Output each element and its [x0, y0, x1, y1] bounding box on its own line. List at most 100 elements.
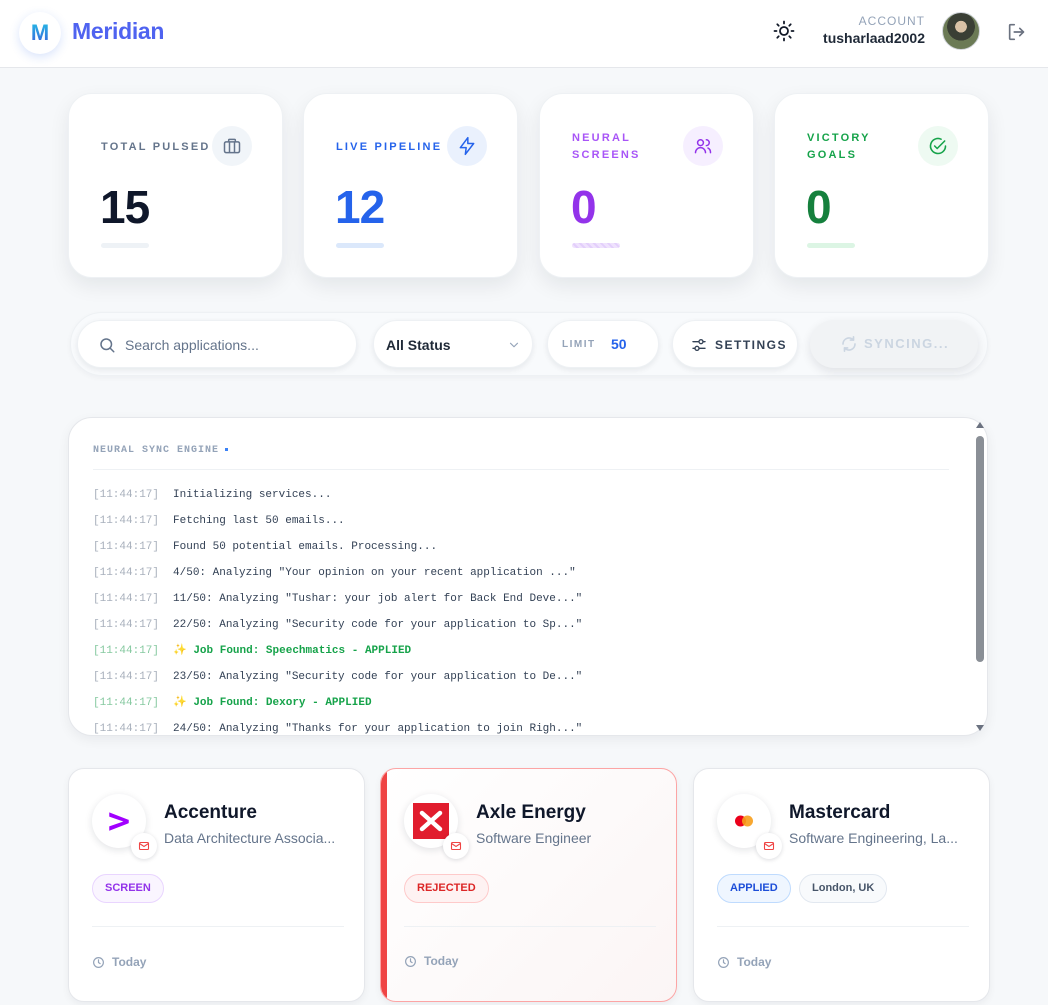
brand-name[interactable]: Meridian [72, 18, 164, 45]
log-line: [11:44:17] 23/50: Analyzing "Security cod… [93, 670, 953, 696]
log-lines: [11:44:17] Initializing services... [11:44… [93, 488, 953, 735]
mail-icon [450, 841, 462, 851]
stat-card-neural-screens: NEURAL SCREENS 0 [539, 93, 754, 278]
job-date-text: Today [112, 955, 147, 969]
job-card-mastercard[interactable]: Mastercard Software Engineering, La... A… [693, 768, 990, 1002]
lightning-icon [459, 136, 475, 156]
log-message: 23/50: Analyzing "Security code for your… [173, 671, 583, 683]
scroll-down-arrow[interactable] [976, 725, 984, 731]
divider [404, 926, 656, 927]
log-timestamp: [11:44:17] [93, 645, 160, 657]
status-badge: SCREEN [92, 874, 164, 903]
log-line: [11:44:17] 11/50: Analyzing "Tushar: your… [93, 592, 953, 618]
limit-value[interactable]: 50 [611, 336, 627, 352]
log-line: [11:44:17] 22/50: Analyzing "Security cod… [93, 618, 953, 644]
avatar[interactable] [942, 12, 980, 50]
stat-card-live-pipeline: LIVE PIPELINE 12 [303, 93, 518, 278]
log-line: [11:44:17] 4/50: Analyzing "Your opinion … [93, 566, 953, 592]
search-input[interactable] [125, 334, 345, 356]
stat-value: 12 [335, 181, 385, 233]
stat-icon-wrap [918, 126, 958, 166]
settings-label: SETTINGS [715, 338, 788, 352]
mail-icon [138, 841, 150, 851]
settings-button[interactable]: SETTINGS [672, 320, 798, 368]
stat-icon-wrap [683, 126, 723, 166]
logout-button[interactable] [1006, 21, 1028, 43]
log-line-job-found: [11:44:17] ✨ Job Found: Dexory - APPLIED [93, 696, 953, 722]
axle-logo-icon [413, 803, 449, 839]
job-role: Software Engineering, La... [789, 830, 958, 846]
stat-card-total-pulsed: TOTAL PULSED 15 [68, 93, 283, 278]
divider [717, 926, 969, 927]
stat-label: NEURAL SCREENS [572, 132, 641, 161]
email-source-badge [131, 833, 157, 859]
company-name: Axle Energy [476, 802, 586, 823]
email-source-badge [756, 833, 782, 859]
limit-input[interactable]: LIMIT 50 [547, 320, 659, 368]
mail-icon [763, 841, 775, 851]
job-date-text: Today [424, 954, 459, 968]
log-timestamp: [11:44:17] [93, 567, 160, 579]
sun-icon [773, 20, 795, 42]
company-name: Mastercard [789, 802, 891, 823]
theme-toggle-button[interactable] [772, 19, 796, 43]
account-info: ACCOUNT tusharlaad2002 [823, 14, 925, 46]
search-icon [100, 338, 115, 353]
mastercard-logo-icon [735, 815, 753, 827]
stat-bar [336, 243, 384, 248]
log-scrollbar[interactable] [974, 420, 986, 734]
log-message: ✨ Job Found: Speechmatics - APPLIED [173, 645, 412, 657]
account-label: ACCOUNT [858, 14, 925, 28]
status-filter-value: All Status [386, 337, 451, 353]
job-role: Software Engineer [476, 830, 592, 846]
job-date-text: Today [737, 955, 772, 969]
stat-label: TOTAL PULSED [101, 141, 211, 153]
check-circle-icon [929, 137, 947, 155]
chevron-down-icon [509, 342, 519, 348]
stat-label: VICTORY GOALS [807, 132, 871, 161]
top-header: M Meridian ACCOUNT tusharlaad2002 [0, 0, 1048, 68]
stat-bar [572, 243, 620, 248]
logo-letter: M [30, 20, 50, 45]
stat-icon-wrap [212, 126, 252, 166]
search-box[interactable] [77, 320, 357, 368]
log-timestamp: [11:44:17] [93, 489, 160, 501]
clock-icon [405, 955, 416, 967]
log-message: 24/50: Analyzing "Thanks for your applic… [173, 723, 583, 735]
log-message: Found 50 potential emails. Processing... [173, 541, 438, 553]
clock-icon [718, 956, 729, 968]
status-filter-select[interactable]: All Status [373, 320, 533, 368]
rejected-accent-bar [381, 769, 387, 1001]
log-message: ✨ Job Found: Dexory - APPLIED [173, 697, 372, 709]
log-line: [11:44:17] Found 50 potential emails. Pro… [93, 540, 953, 566]
scroll-thumb[interactable] [976, 436, 984, 662]
log-title-text: NEURAL SYNC ENGINE [93, 445, 220, 456]
log-line: [11:44:17] Initializing services... [93, 488, 953, 514]
divider [93, 469, 949, 470]
stat-bar [807, 243, 855, 248]
sync-button[interactable]: SYNCING... [810, 320, 978, 368]
job-date: Today [404, 954, 458, 968]
status-badge: APPLIED [717, 874, 791, 903]
sync-log-panel[interactable]: NEURAL SYNC ENGINE [11:44:17] Initializin… [68, 417, 988, 736]
stat-icon-wrap [447, 126, 487, 166]
log-message: 4/50: Analyzing "Your opinion on your re… [173, 567, 576, 579]
log-message: Fetching last 50 emails... [173, 515, 345, 527]
log-title: NEURAL SYNC ENGINE [93, 445, 229, 456]
stat-card-victory-goals: VICTORY GOALS 0 [774, 93, 989, 278]
log-timestamp: [11:44:17] [93, 671, 160, 683]
log-timestamp: [11:44:17] [93, 593, 160, 605]
logo[interactable]: M [19, 12, 61, 54]
clock-icon [93, 956, 104, 968]
log-line: [11:44:17] Fetching last 50 emails... [93, 514, 953, 540]
scroll-up-arrow[interactable] [976, 422, 984, 428]
stat-label: LIVE PIPELINE [336, 141, 443, 153]
users-icon [694, 139, 712, 154]
job-date: Today [717, 955, 771, 969]
email-source-badge [443, 833, 469, 859]
log-timestamp: [11:44:17] [93, 541, 160, 553]
job-role: Data Architecture Associa... [164, 830, 336, 846]
job-card-accenture[interactable]: Accenture Data Architecture Associa... S… [68, 768, 365, 1002]
job-card-axle-energy[interactable]: Axle Energy Software Engineer REJECTED T… [380, 768, 677, 1002]
sliders-icon [692, 339, 706, 351]
